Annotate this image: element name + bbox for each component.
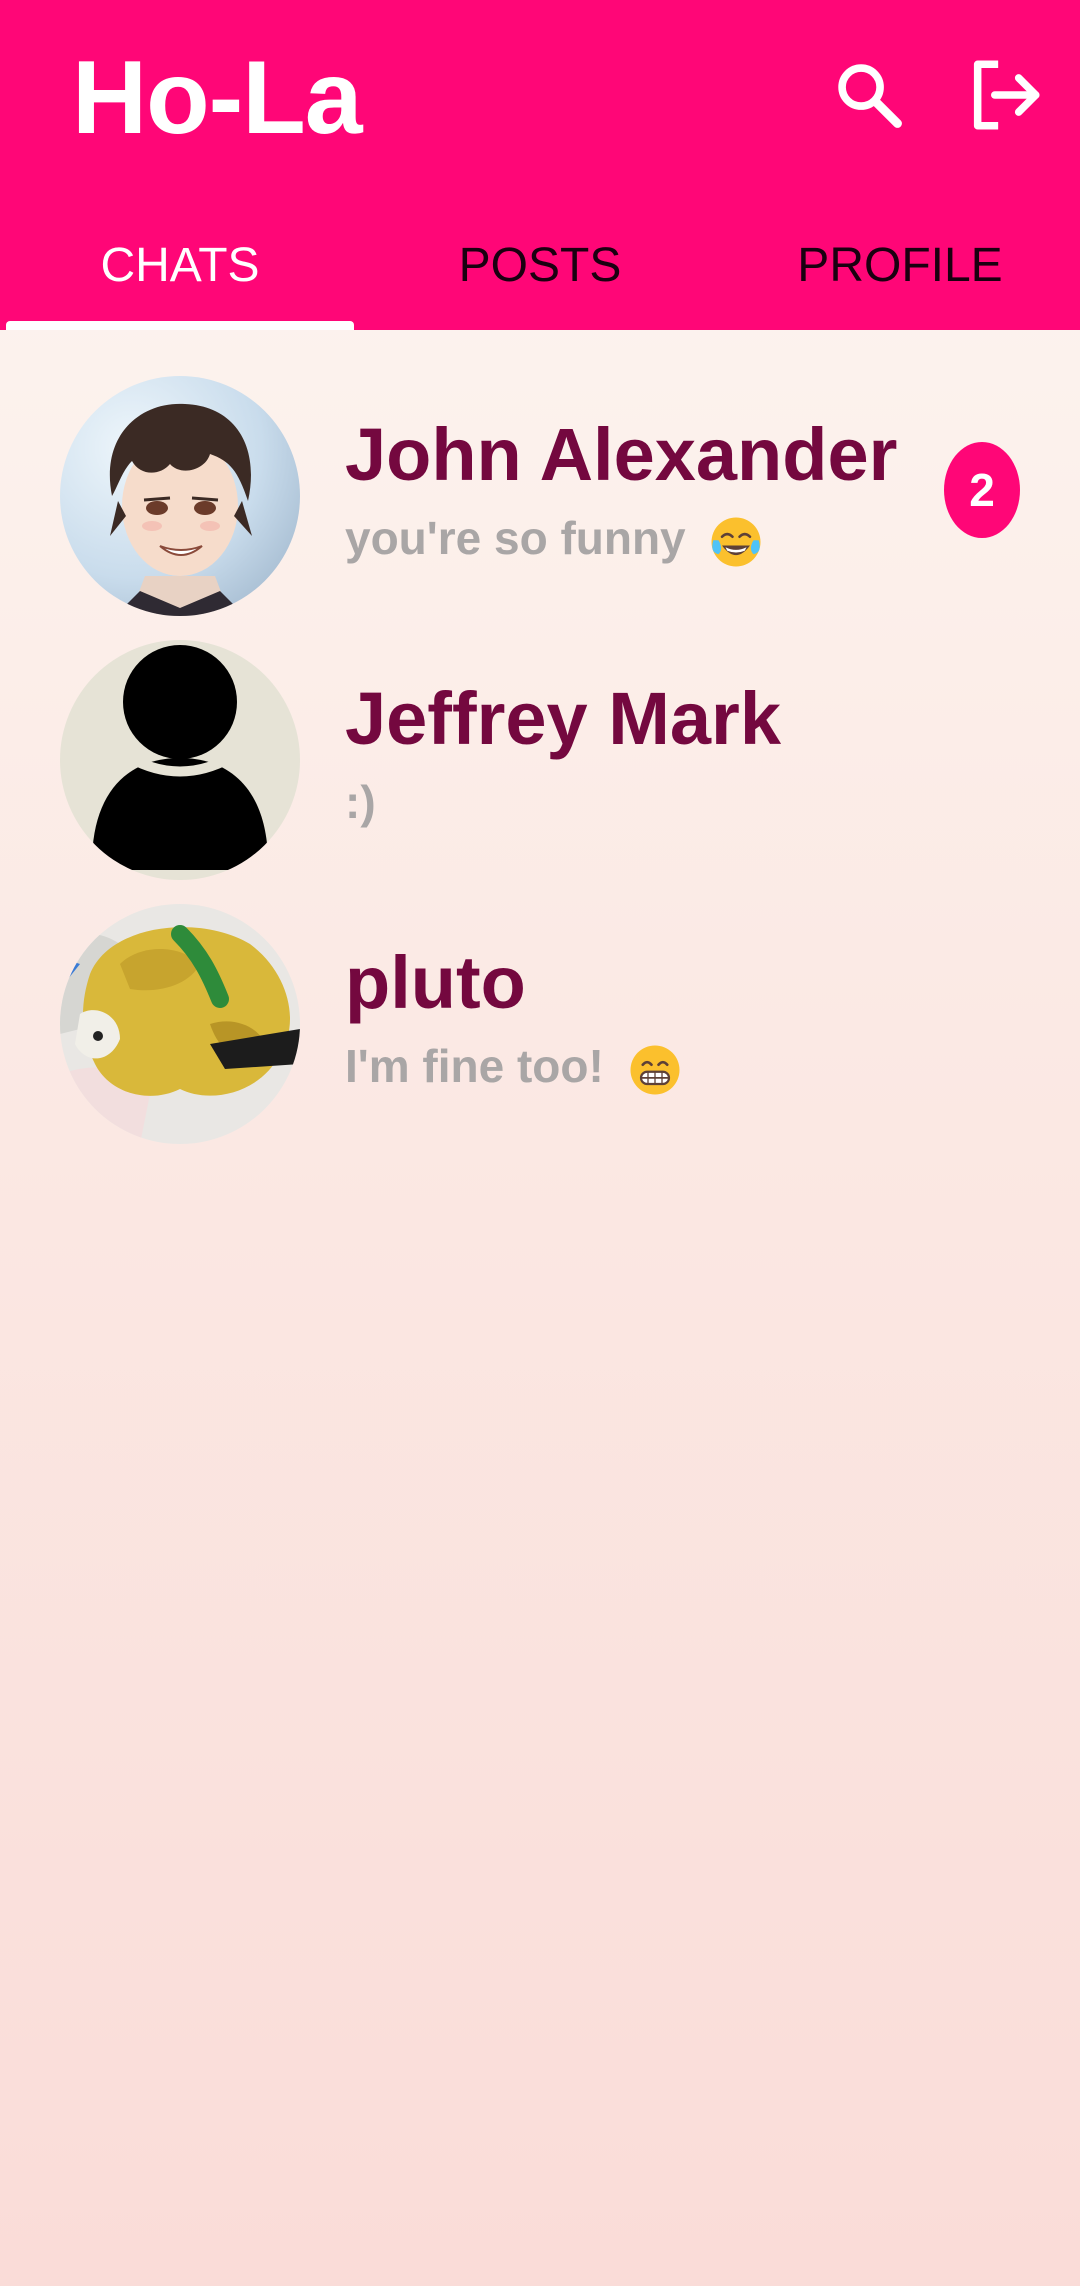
app-bar: Ho-La CHATS POSTS PROFILE: [0, 0, 1080, 330]
avatar[interactable]: [60, 640, 300, 880]
chat-name: John Alexander: [345, 413, 898, 496]
chat-preview: I'm fine too!: [345, 1036, 683, 1098]
app-title: Ho-La: [72, 40, 363, 156]
chat-row-john-alexander[interactable]: John Alexander you're so funny 2: [0, 348, 1080, 616]
logout-button[interactable]: [960, 50, 1050, 140]
default-person-icon: [60, 640, 300, 880]
search-icon: [838, 64, 902, 128]
avatar[interactable]: [60, 904, 300, 1144]
plush-toy-photo: [60, 904, 300, 1144]
chat-preview: :): [345, 772, 376, 832]
tab-profile-label: PROFILE: [797, 238, 1003, 292]
anime-character-photo: [60, 376, 300, 616]
last-message: I'm fine too!: [345, 1040, 604, 1092]
unread-badge: 2: [944, 442, 1020, 538]
chat-name: pluto: [345, 941, 526, 1024]
chat-row-jeffrey-mark[interactable]: Jeffrey Mark :): [0, 612, 1080, 880]
search-button[interactable]: [824, 50, 914, 140]
chat-row-pluto[interactable]: pluto I'm fine too!: [0, 876, 1080, 1144]
tab-bar: CHATS POSTS PROFILE: [0, 210, 1080, 330]
grinning-face-icon: [630, 1045, 680, 1095]
chat-name: Jeffrey Mark: [345, 677, 782, 760]
tab-profile[interactable]: PROFILE: [720, 210, 1080, 330]
tab-indicator: [6, 321, 354, 330]
logout-icon: [973, 60, 1040, 130]
face-with-tears-of-joy-icon: [711, 517, 761, 567]
tab-posts[interactable]: POSTS: [360, 210, 720, 330]
tab-chats[interactable]: CHATS: [0, 210, 360, 330]
chat-list: John Alexander you're so funny 2 Jeffrey…: [0, 348, 1080, 1144]
tab-chats-label: CHATS: [100, 238, 260, 292]
chat-preview: you're so funny: [345, 508, 764, 570]
avatar[interactable]: [60, 376, 300, 616]
tab-posts-label: POSTS: [458, 238, 622, 292]
last-message: :): [345, 776, 376, 828]
last-message: you're so funny: [345, 512, 686, 564]
